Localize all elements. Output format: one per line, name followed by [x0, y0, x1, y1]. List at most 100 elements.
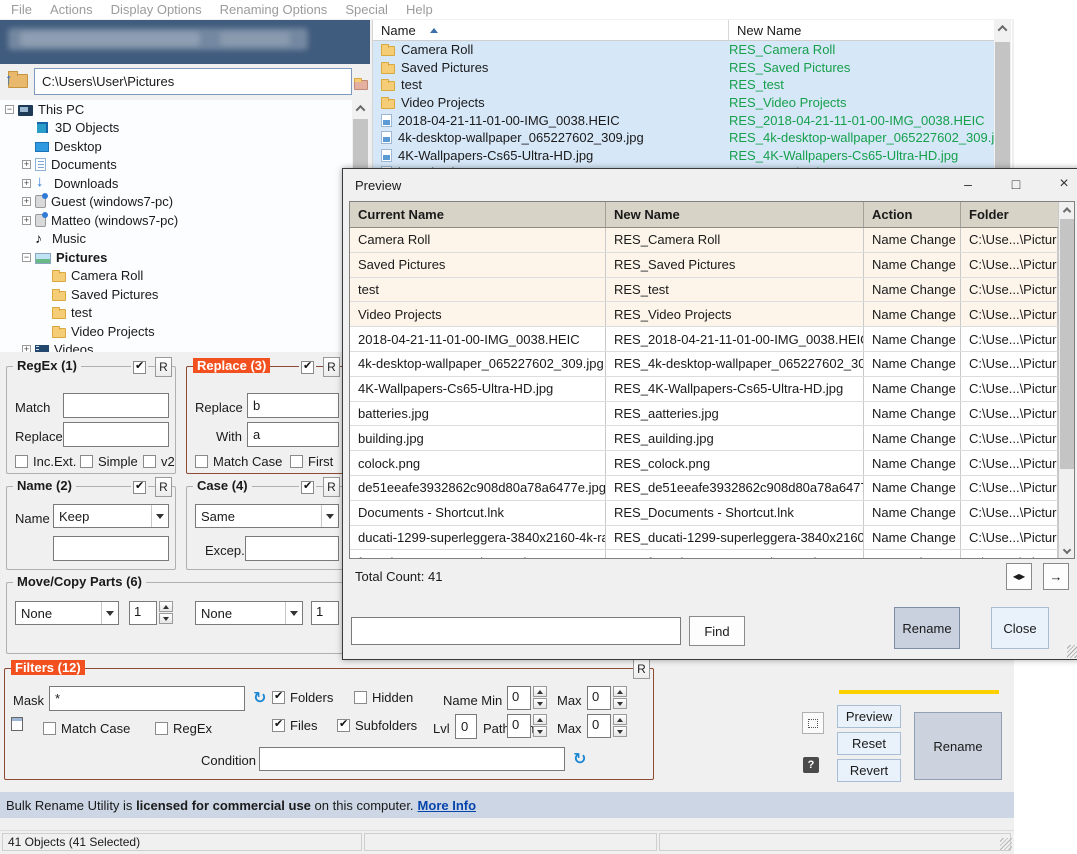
- mask-presets-icon[interactable]: [11, 717, 23, 731]
- move-copy-dropdown-1[interactable]: None: [15, 601, 119, 625]
- resize-grip[interactable]: [1000, 838, 1012, 850]
- preview-row[interactable]: Camera RollRES_Camera RollName ChangeC:\…: [350, 228, 1074, 253]
- chevron-down-icon[interactable]: [285, 602, 302, 624]
- tree-expander-icon[interactable]: +: [22, 197, 31, 206]
- tree-item-music[interactable]: Music: [0, 230, 352, 249]
- tree-item-videos[interactable]: +Videos: [0, 341, 352, 353]
- file-row[interactable]: testRES_test: [373, 76, 995, 94]
- lvl-input[interactable]: 0: [455, 714, 477, 739]
- tree-item-saved-pictures[interactable]: Saved Pictures: [0, 285, 352, 304]
- up-folder-icon[interactable]: [8, 74, 28, 88]
- expand-window-button[interactable]: [802, 712, 824, 734]
- checkbox-box[interactable]: [43, 722, 56, 735]
- preview-row[interactable]: 2018-04-21-11-01-00-IMG_0038.HEICRES_201…: [350, 327, 1074, 352]
- path-input[interactable]: C:\Users\User\Pictures: [34, 68, 352, 95]
- hidden-checkbox[interactable]: Hidden: [354, 690, 413, 705]
- file-list-scroll-thumb[interactable]: [995, 42, 1010, 168]
- maximize-icon[interactable]: □: [1001, 171, 1031, 197]
- preview-row[interactable]: testRES_testName ChangeC:\Use...\Picture…: [350, 278, 1074, 303]
- replace-input[interactable]: b: [247, 393, 339, 418]
- tree-item-test[interactable]: test: [0, 304, 352, 323]
- export-button[interactable]: →: [1043, 563, 1069, 590]
- subfolders-checkbox[interactable]: Subfolders: [337, 718, 417, 733]
- v2-checkbox[interactable]: v2: [143, 454, 175, 469]
- mask-input[interactable]: *: [49, 686, 245, 711]
- case-reset-button[interactable]: R: [323, 477, 340, 497]
- scroll-up-icon[interactable]: [1059, 202, 1075, 218]
- spin-up-icon[interactable]: [159, 601, 173, 612]
- tree-item-video-projects[interactable]: Video Projects: [0, 322, 352, 341]
- tree-item-3d-objects[interactable]: 3D Objects: [0, 119, 352, 138]
- checkbox-box[interactable]: [80, 455, 93, 468]
- tree-item-pictures[interactable]: −Pictures: [0, 248, 352, 267]
- filters-match-case-checkbox[interactable]: Match Case: [43, 721, 130, 736]
- menu-help[interactable]: Help: [397, 2, 442, 17]
- name-dropdown[interactable]: Keep: [53, 504, 169, 528]
- name-min-spinner[interactable]: 0: [507, 686, 547, 710]
- name-text-input[interactable]: [53, 536, 169, 561]
- simple-checkbox[interactable]: Simple: [80, 454, 138, 469]
- checkbox-box[interactable]: [143, 455, 156, 468]
- checkbox-box[interactable]: [195, 455, 208, 468]
- menu-file[interactable]: File: [2, 2, 41, 17]
- files-checkbox[interactable]: Files: [272, 718, 317, 733]
- column-header-action[interactable]: Action: [864, 202, 961, 227]
- file-row[interactable]: 2018-04-21-11-01-00-IMG_0038.HEICRES_201…: [373, 111, 995, 129]
- preview-row[interactable]: ducati-1299-superleggera-3840x2160-4k-ra…: [350, 526, 1074, 551]
- preview-scroll-thumb[interactable]: [1060, 219, 1074, 469]
- tree-item-this-pc[interactable]: −This PC: [0, 100, 352, 119]
- column-header-new-name[interactable]: New Name: [729, 20, 995, 40]
- column-header-new-name[interactable]: New Name: [606, 202, 864, 227]
- file-row[interactable]: Video ProjectsRES_Video Projects: [373, 94, 995, 112]
- tree-item-matteo-windows7-pc[interactable]: +Matteo (windows7-pc): [0, 211, 352, 230]
- first-checkbox[interactable]: First: [290, 454, 333, 469]
- tree-item-desktop[interactable]: Desktop: [0, 137, 352, 156]
- regex-match-input[interactable]: [63, 393, 169, 418]
- help-icon[interactable]: ?: [803, 757, 819, 773]
- refresh-icon[interactable]: ↻: [253, 688, 266, 708]
- filters-regex-checkbox[interactable]: RegEx: [155, 721, 212, 736]
- menu-renaming-options[interactable]: Renaming Options: [211, 2, 337, 17]
- tree-expander-icon[interactable]: +: [22, 160, 31, 169]
- with-input[interactable]: a: [247, 422, 339, 447]
- preview-row[interactable]: Video ProjectsRES_Video ProjectsName Cha…: [350, 302, 1074, 327]
- preview-row[interactable]: building.jpgRES_auilding.jpgName ChangeC…: [350, 426, 1074, 451]
- preview-row[interactable]: fractals-3840x2160-4k-2016.jpgRES_fracta…: [350, 550, 1074, 559]
- menu-display-options[interactable]: Display Options: [102, 2, 211, 17]
- file-list-scrollbar[interactable]: [994, 20, 1011, 168]
- dialog-resize-grip[interactable]: [1067, 645, 1077, 658]
- column-header-name[interactable]: Name: [373, 20, 729, 40]
- dialog-rename-button[interactable]: Rename: [894, 607, 960, 649]
- case-enabled-checkbox[interactable]: [301, 481, 314, 494]
- browse-folder-icon[interactable]: [354, 80, 368, 90]
- file-row[interactable]: 4K-Wallpapers-Cs65-Ultra-HD.jpgRES_4K-Wa…: [373, 147, 995, 165]
- tree-expander-icon[interactable]: +: [22, 179, 31, 188]
- regex-reset-button[interactable]: R: [155, 357, 172, 377]
- name-enabled-checkbox[interactable]: [133, 481, 146, 494]
- checkbox-box[interactable]: [272, 719, 285, 732]
- spin-up-icon[interactable]: [613, 686, 627, 697]
- preview-row[interactable]: 4k-desktop-wallpaper_065227602_309.jpgRE…: [350, 352, 1074, 377]
- replace-reset-button[interactable]: R: [323, 357, 340, 377]
- spin-up-icon[interactable]: [613, 714, 627, 725]
- name-max-spinner[interactable]: 0: [587, 686, 627, 710]
- chevron-down-icon[interactable]: [151, 505, 168, 527]
- replace-enabled-checkbox[interactable]: [301, 361, 314, 374]
- spin-down-icon[interactable]: [159, 613, 173, 624]
- move-copy-count-2[interactable]: 1: [311, 601, 339, 625]
- excep-input[interactable]: [245, 536, 339, 561]
- tree-item-downloads[interactable]: +Downloads: [0, 174, 352, 193]
- condition-input[interactable]: [259, 747, 565, 771]
- filters-reset-button[interactable]: R: [633, 659, 650, 679]
- checkbox-box[interactable]: [354, 691, 367, 704]
- find-button[interactable]: Find: [689, 616, 745, 646]
- spin-down-icon[interactable]: [613, 698, 627, 709]
- column-header-folder[interactable]: Folder: [961, 202, 1058, 227]
- spin-up-icon[interactable]: [533, 714, 547, 725]
- regex-enabled-checkbox[interactable]: [133, 361, 146, 374]
- checkbox-box[interactable]: [155, 722, 168, 735]
- file-row[interactable]: Camera RollRES_Camera Roll: [373, 41, 995, 59]
- tree-item-guest-windows7-pc[interactable]: +Guest (windows7-pc): [0, 193, 352, 212]
- tree-expander-icon[interactable]: −: [5, 105, 14, 114]
- spin-down-icon[interactable]: [613, 726, 627, 737]
